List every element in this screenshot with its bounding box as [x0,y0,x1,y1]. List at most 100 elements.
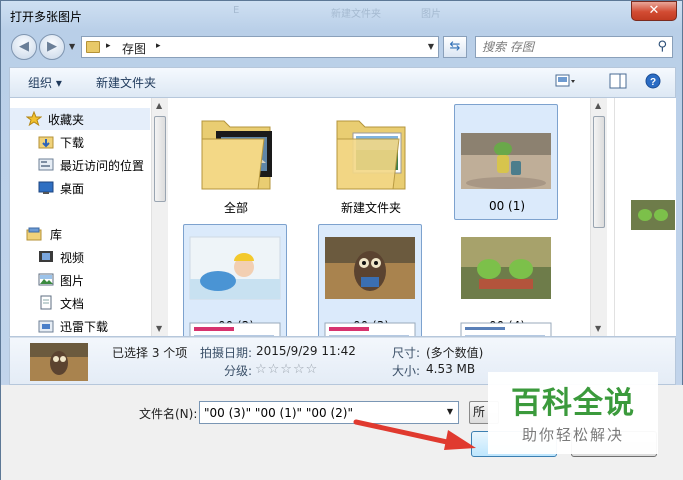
new-folder-button[interactable]: 新建文件夹 [96,74,156,91]
dimensions-label: 尺寸: [392,346,421,360]
forward-button[interactable]: ▶ [39,34,65,60]
owl-figurine-photo [325,237,415,299]
refresh-button[interactable]: ⇆ [443,36,467,58]
window-title: 打开多张图片 [10,10,83,24]
file-tile[interactable]: 00 (1) [454,104,558,220]
sidebar-item-pictures[interactable]: 图片 [10,269,150,291]
folder-with-images-icon [336,120,406,190]
selected-count: 已选择 3 个项 [112,346,188,360]
sidebar-item-documents[interactable]: 文档 [10,292,150,314]
search-icon[interactable]: ⚲ [657,39,667,54]
navigation-row: ◀ ▶ ▼ ▸ 存图 ▸ ▼ ⇆ ⚲ [1,31,683,63]
date-taken-value: 2015/9/29 11:42 [256,344,356,358]
watermark-title: 百科全说 [511,386,635,421]
background-ghost-text: 新建文件夹 [331,9,381,20]
svg-text:?: ? [650,77,656,88]
breadcrumb-current[interactable]: 存图 [122,40,146,57]
pictures-icon [38,273,54,286]
screenshot-thumbnail [324,322,416,336]
frog-figurine-photo [461,133,551,189]
sidebar-item-downloads[interactable]: 下载 [10,131,150,153]
sidebar-item-libraries[interactable]: 库 [10,223,150,245]
breadcrumb-separator[interactable]: ▸ [156,41,161,51]
help-icon[interactable]: ? [643,73,663,89]
preview-pane-icon[interactable] [608,73,628,89]
sidebar-item-label: 桌面 [60,182,85,196]
view-options-icon[interactable] [555,73,575,89]
sidebar-item-label: 库 [50,228,63,242]
scroll-thumb[interactable] [593,116,605,228]
file-grid: 全部 新建文件夹 00 (1) [170,98,600,336]
download-folder-icon [38,136,54,149]
sidebar-item-favorites[interactable]: 收藏夹 [10,108,150,130]
navigation-pane: 收藏夹 下载 最近访问的位置 桌面 库 视频 图片 文档 迅雷下载 [10,98,153,336]
sidebar-item-label: 下载 [60,136,85,150]
folder-icon [86,41,100,53]
recent-places-icon [38,158,54,171]
filename-dropdown-icon[interactable]: ▼ [447,407,453,416]
sidebar-item-recent[interactable]: 最近访问的位置 [10,154,150,176]
preview-image [631,200,675,230]
star-icon [26,111,42,126]
sidebar-item-label: 视频 [60,251,85,265]
file-tile[interactable]: 全部 [183,104,287,220]
rating-label: 分级: [224,364,253,378]
sidebar-item-label: 迅雷下载 [60,320,109,334]
file-tile[interactable] [183,314,287,336]
breadcrumb-separator[interactable]: ▸ [106,41,111,51]
file-name: 全部 [223,201,248,215]
xunlei-folder-icon [38,320,54,333]
address-bar[interactable]: ▸ 存图 ▸ ▼ [81,36,439,58]
command-bar: 组织 ▾ 新建文件夹 ? [9,67,676,97]
address-dropdown-icon[interactable]: ▼ [428,42,434,51]
sidebar-item-videos[interactable]: 视频 [10,246,150,268]
library-icon [26,227,42,241]
title-bar[interactable]: 打开多张图片 Ε 新建文件夹 图片 ✕ [1,1,683,31]
filename-label: 文件名(N): [139,407,198,421]
scroll-down-icon[interactable]: ▼ [595,324,601,333]
documents-icon [40,295,52,310]
selection-thumbnail [30,343,88,381]
sidebar-item-xunlei[interactable]: 迅雷下载 [10,315,150,337]
organize-button[interactable]: 组织 ▾ [28,74,62,91]
folder-with-images-icon [201,120,272,190]
red-arrow-annotation [353,419,476,450]
desktop-icon [38,181,54,194]
back-button[interactable]: ◀ [11,34,37,60]
frog-couple-photo [461,237,551,299]
video-icon [39,251,53,262]
scroll-thumb[interactable] [154,116,166,202]
sidebar-item-desktop[interactable]: 桌面 [10,177,150,199]
file-size-value: 4.53 MB [426,362,476,376]
preview-pane [614,98,676,336]
sidebar-item-label: 收藏夹 [48,113,85,127]
file-tile[interactable] [318,314,422,336]
file-tile[interactable]: 新建文件夹 [318,104,422,220]
scroll-down-icon[interactable]: ▼ [156,324,162,333]
baby-photo [189,236,281,300]
file-grid-scrollbar[interactable]: ▲ ▼ [590,98,607,336]
search-box[interactable]: ⚲ [475,36,673,58]
watermark-subtitle: 助你轻松解决 [521,426,624,444]
navigation-scrollbar[interactable]: ▲ ▼ [151,98,168,336]
rating-stars[interactable]: ☆☆☆☆☆ [255,362,318,377]
scroll-up-icon[interactable]: ▲ [156,101,162,110]
close-button[interactable]: ✕ [631,1,677,21]
screenshot-thumbnail [460,322,552,336]
file-browser: 收藏夹 下载 最近访问的位置 桌面 库 视频 图片 文档 迅雷下载 ▲ ▼ 全部… [9,97,676,337]
file-name: 新建文件夹 [340,201,401,215]
recent-locations-dropdown[interactable]: ▼ [69,42,75,51]
scroll-up-icon[interactable]: ▲ [595,101,601,110]
sidebar-item-label: 文档 [60,297,85,311]
file-name: 00 (1) [488,199,526,213]
background-ghost-text: 图片 [421,9,441,20]
watermark: 百科全说 助你轻松解决 [488,372,658,454]
date-taken-label: 拍摄日期: [200,346,253,360]
background-ghost-text: Ε [233,5,240,16]
screenshot-thumbnail [189,322,281,336]
file-tile[interactable] [454,314,558,336]
sidebar-item-label: 图片 [60,274,85,288]
search-input[interactable] [476,37,646,57]
file-size-label: 大小: [392,364,421,378]
dimensions-value: (多个数值) [426,346,484,360]
